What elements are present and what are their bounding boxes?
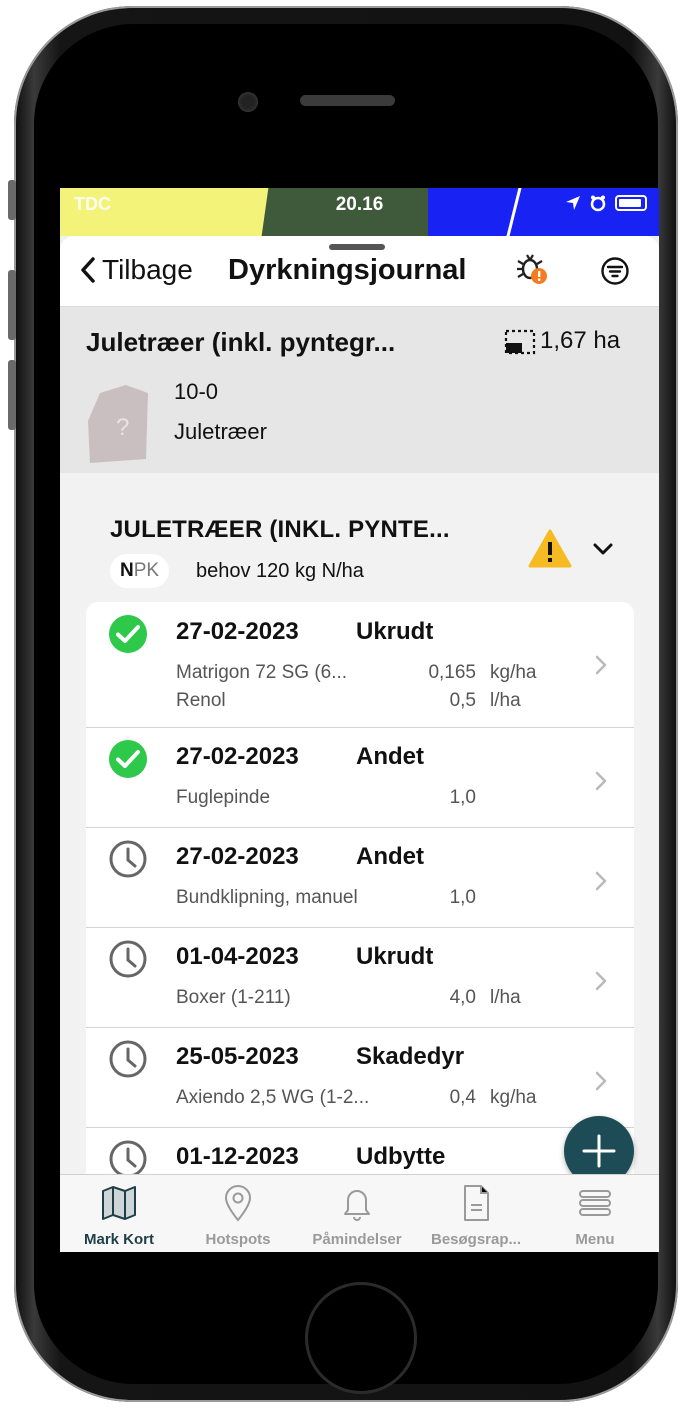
chevron-right-icon <box>595 871 607 891</box>
chevron-right-icon <box>595 771 607 791</box>
journal-entries-list: 27-02-2023 Ukrudt Matrigon 72 SG (6... 0,16… <box>86 602 634 1252</box>
entry-type: Udbytte <box>356 1143 446 1170</box>
earpiece-speaker <box>300 95 395 106</box>
journal-entry-row[interactable]: 27-02-2023 Andet Fuglepinde 1,0 <box>86 727 634 828</box>
tab-label: Hotspots <box>205 1231 271 1248</box>
page-title: Dyrkningsjournal <box>228 254 467 286</box>
tab-bell[interactable]: Påmindelser <box>298 1175 416 1252</box>
tab-pin[interactable]: Hotspots <box>179 1175 297 1252</box>
field-shape-icon: ? <box>88 385 148 463</box>
planned-clock-icon <box>109 840 147 878</box>
entry-product: Fuglepinde <box>176 787 271 808</box>
back-button[interactable]: Tilbage <box>78 254 193 286</box>
field-shape-glyph: ? <box>116 414 129 441</box>
field-number: 10-0 <box>174 379 219 404</box>
entry-product: Bundklipning, manuel <box>176 887 358 908</box>
planned-clock-icon <box>109 1140 147 1178</box>
map-icon <box>102 1186 136 1220</box>
journal-entry-row[interactable]: 27-02-2023 Ukrudt Matrigon 72 SG (6... 0,16… <box>86 602 634 728</box>
entry-date: 01-04-2023 <box>176 943 299 970</box>
crop-heading[interactable]: JULETRÆER (INKL. PYNTE... <box>110 516 490 544</box>
journal-entry-row[interactable]: 01-04-2023 Ukrudt Boxer (1-211) 4,0 l/ha <box>86 927 634 1028</box>
entry-unit: kg/ha <box>490 1087 537 1108</box>
entry-type: Andet <box>356 843 424 870</box>
sheet-grabber[interactable] <box>329 244 385 250</box>
field-crop: Juletræer <box>174 419 267 444</box>
nitrogen-need: behov 120 kg N/ha <box>196 560 364 582</box>
tab-document[interactable]: Besøgsrap... <box>417 1175 535 1252</box>
entry-date: 25-05-2023 <box>176 1043 299 1070</box>
entry-product: Renol <box>176 690 226 711</box>
entry-type: Andet <box>356 743 424 770</box>
tab-label: Påmindelser <box>312 1231 402 1248</box>
entry-product: Boxer (1-211) <box>176 987 291 1008</box>
tab-map[interactable]: Mark Kort <box>60 1175 178 1252</box>
document-icon <box>464 1185 489 1221</box>
entry-unit: l/ha <box>490 690 521 711</box>
bottom-sheet: Tilbage Dyrkningsjournal Juletræer (inkl… <box>60 236 659 1252</box>
planned-clock-icon <box>109 940 147 978</box>
bell-icon <box>344 1190 370 1221</box>
location-icon <box>566 196 580 210</box>
mute-switch <box>8 180 16 220</box>
journal-entry-row[interactable]: 25-05-2023 Skadedyr Axiendo 2,5 WG (1-2...… <box>86 1027 634 1128</box>
chevron-right-icon <box>595 655 607 674</box>
app-screen: TDC 20.16 Tilbage Dyrkningsjournal Julet… <box>60 188 659 1252</box>
entry-date: 27-02-2023 <box>176 618 299 645</box>
warning-icon[interactable] <box>528 529 572 569</box>
entry-quantity: 4,0 <box>449 987 476 1008</box>
entry-quantity: 0,5 <box>449 690 476 711</box>
entry-quantity: 1,0 <box>449 887 476 908</box>
menu-icon <box>579 1190 611 1216</box>
field-summary[interactable]: Juletræer (inkl. pyntegr... 1,67 ha ? 10… <box>60 307 659 473</box>
entry-product: Axiendo 2,5 WG (1-2... <box>176 1087 370 1108</box>
status-bar: TDC 20.16 <box>60 188 659 218</box>
completed-check-icon <box>109 740 147 778</box>
completed-check-icon <box>109 615 147 653</box>
chevron-right-icon <box>595 971 607 991</box>
battery-icon <box>615 195 647 211</box>
chevron-down-icon[interactable] <box>592 541 614 557</box>
area-icon <box>504 329 536 355</box>
entry-quantity: 0,4 <box>449 1087 476 1108</box>
pest-warning-icon[interactable] <box>516 252 550 286</box>
entry-date: 27-02-2023 <box>176 743 299 770</box>
field-area: 1,67 ha <box>540 327 621 354</box>
pin-icon <box>224 1185 252 1222</box>
tab-label: Besøgsrap... <box>430 1231 522 1248</box>
tab-bar: Mark Kort Hotspots Påmindelser Besøgsrap...… <box>60 1174 659 1252</box>
entry-type: Ukrudt <box>356 943 434 970</box>
back-label: Tilbage <box>102 254 193 285</box>
field-name: Juletræer (inkl. pyntegr... <box>86 327 396 357</box>
tab-menu[interactable]: Menu <box>536 1175 654 1252</box>
volume-down-button <box>8 360 16 430</box>
entry-unit: l/ha <box>490 987 521 1008</box>
planned-clock-icon <box>109 1040 147 1078</box>
entry-unit: kg/ha <box>490 662 537 683</box>
entry-date: 27-02-2023 <box>176 843 299 870</box>
filter-icon[interactable] <box>600 256 630 286</box>
front-camera <box>238 92 258 112</box>
chevron-left-icon <box>81 257 95 283</box>
npk-pk: PK <box>133 560 160 581</box>
entry-type: Skadedyr <box>356 1043 465 1070</box>
chevron-right-icon <box>595 1071 607 1091</box>
tab-label: Mark Kort <box>83 1231 154 1248</box>
home-button[interactable] <box>305 1282 417 1394</box>
journal-entry-row[interactable]: 27-02-2023 Andet Bundklipning, manuel 1,0 <box>86 827 634 928</box>
entry-type: Ukrudt <box>356 618 434 645</box>
nav-header: Tilbage Dyrkningsjournal <box>60 236 659 307</box>
entry-date: 01-12-2023 <box>176 1143 299 1170</box>
tab-label: Menu <box>575 1231 615 1248</box>
entry-quantity: 1,0 <box>449 787 476 808</box>
alarm-icon <box>590 195 606 212</box>
volume-up-button <box>8 270 16 340</box>
npk-badge: N PK <box>110 554 170 588</box>
entry-product: Matrigon 72 SG (6... <box>176 662 348 683</box>
entry-quantity: 0,165 <box>428 662 476 683</box>
status-icons <box>565 194 647 212</box>
npk-n: N <box>120 560 134 581</box>
